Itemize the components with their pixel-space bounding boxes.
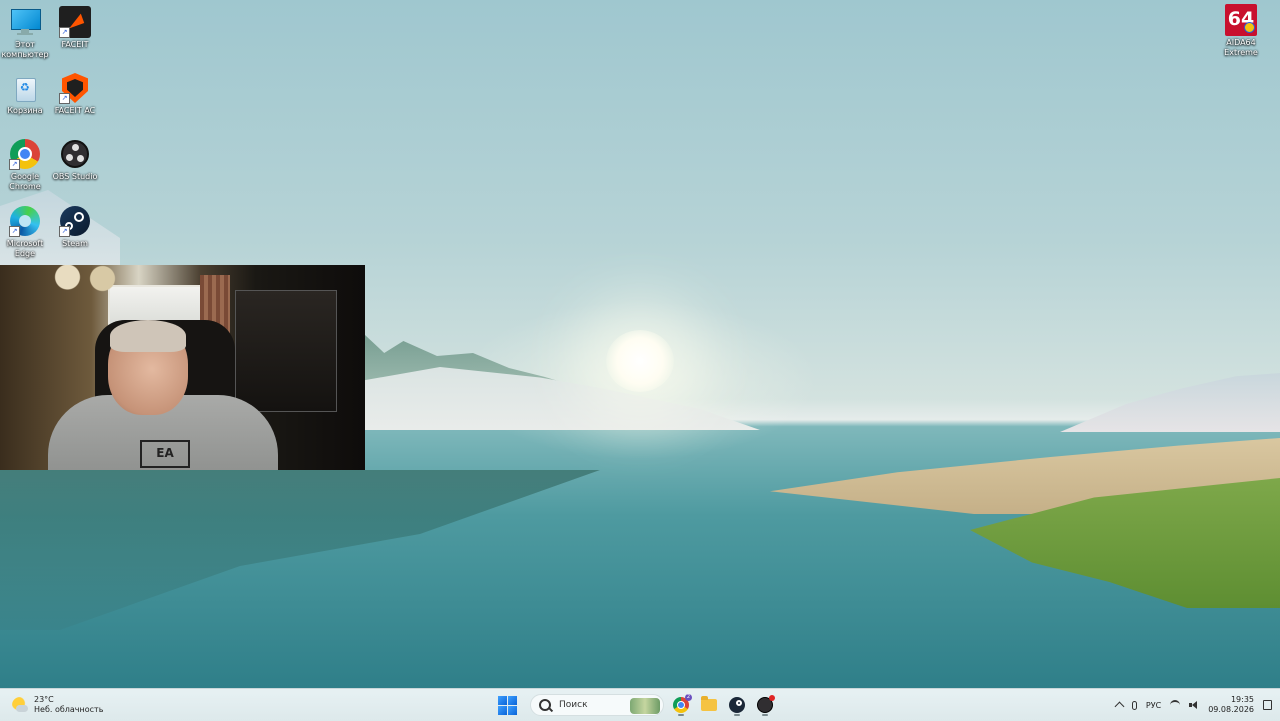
notification-icon — [1263, 700, 1272, 710]
windows-logo-icon — [498, 696, 507, 705]
webcam-bg-shelf — [235, 290, 337, 412]
obs-icon — [59, 138, 91, 170]
webcam-bg-balloons — [50, 265, 120, 295]
start-button[interactable] — [496, 694, 518, 716]
clock-date: 09.08.2026 — [1208, 705, 1254, 714]
wifi-icon — [1170, 700, 1181, 710]
weather-condition: Неб. облачность — [34, 705, 104, 714]
partly-cloudy-icon — [12, 697, 28, 713]
desktop-icon-obs[interactable]: OBS Studio — [48, 138, 102, 182]
desktop-icon-aida64[interactable]: 64 AIDA64 Extreme — [1214, 4, 1268, 58]
running-indicator — [678, 714, 684, 716]
wallpaper-sun — [606, 330, 674, 392]
edge-icon: ↗ — [9, 205, 41, 237]
desktop: Этот компьютер ↗ FACEIT ♻ Корзина ↗ FACE… — [0, 0, 1280, 688]
shortcut-arrow-icon: ↗ — [9, 226, 20, 237]
taskbar-app-steam[interactable] — [726, 694, 748, 716]
speaker-icon — [1189, 700, 1199, 710]
running-indicator — [734, 714, 740, 716]
running-indicator — [762, 714, 768, 716]
shortcut-arrow-icon: ↗ — [59, 226, 70, 237]
notifications-button[interactable] — [1263, 700, 1272, 710]
webcam-shirt-logo: EA — [140, 440, 190, 468]
desktop-icon-chrome[interactable]: ↗ Google Chrome — [0, 138, 52, 192]
desktop-icon-label: Этот компьютер — [1, 40, 49, 59]
desktop-icon-label: FACEIT — [61, 40, 89, 49]
volume-button[interactable] — [1189, 700, 1199, 710]
network-button[interactable] — [1170, 700, 1181, 710]
language-indicator[interactable]: РУС — [1146, 701, 1161, 710]
taskbar-app-chrome[interactable]: 2 — [670, 694, 692, 716]
shortcut-arrow-icon: ↗ — [59, 93, 70, 104]
steam-icon — [729, 697, 745, 713]
steam-icon: ↗ — [59, 205, 91, 237]
chrome-icon: ↗ — [9, 138, 41, 170]
system-tray: РУС 19:35 09.08.2026 — [1114, 693, 1272, 717]
desktop-icon-label: AIDA64 Extreme — [1224, 38, 1258, 57]
desktop-icon-this-pc[interactable]: Этот компьютер — [0, 6, 52, 60]
taskbar-center: Поиск 2 — [496, 693, 776, 717]
microphone-icon — [1131, 700, 1137, 710]
clock[interactable]: 19:35 09.08.2026 — [1208, 695, 1254, 715]
taskbar-search[interactable]: Поиск — [530, 694, 664, 716]
desktop-icon-label: Microsoft Edge — [6, 239, 44, 258]
desktop-icon-label: Steam — [62, 239, 88, 248]
desktop-icon-faceit-ac[interactable]: ↗ FACEIT AC — [48, 72, 102, 116]
chevron-up-icon — [1114, 701, 1125, 712]
file-explorer-icon — [701, 696, 717, 711]
webcam-overlay: EA — [0, 265, 365, 470]
webcam-person-hair — [110, 320, 186, 352]
shortcut-arrow-icon: ↗ — [9, 159, 20, 170]
desktop-icon-faceit[interactable]: ↗ FACEIT — [48, 6, 102, 50]
search-icon — [539, 699, 551, 711]
wallpaper-mountain-right — [1060, 373, 1280, 432]
clock-time: 19:35 — [1230, 695, 1254, 704]
weather-widget[interactable]: 23°C Неб. облачность — [12, 694, 103, 716]
weather-text: 23°C Неб. облачность — [34, 695, 103, 715]
search-highlight-image — [630, 698, 660, 714]
profile-badge: 2 — [685, 694, 692, 701]
faceit-icon: ↗ — [59, 6, 91, 38]
desktop-icon-edge[interactable]: ↗ Microsoft Edge — [0, 205, 52, 259]
recording-dot-icon — [769, 695, 775, 701]
recycle-bin-icon: ♻ — [9, 72, 41, 104]
wallpaper-reflection — [0, 470, 600, 630]
faceit-ac-icon: ↗ — [59, 72, 91, 104]
desktop-icon-label: FACEIT AC — [54, 106, 96, 115]
desktop-icon-label: OBS Studio — [52, 172, 98, 181]
aida64-icon: 64 — [1225, 4, 1257, 36]
microphone-button[interactable] — [1131, 700, 1137, 710]
desktop-icon-label: Корзина — [7, 106, 43, 115]
show-hidden-icons-button[interactable] — [1114, 700, 1125, 712]
desktop-icon-recycle-bin[interactable]: ♻ Корзина — [0, 72, 52, 116]
desktop-icon-steam[interactable]: ↗ Steam — [48, 205, 102, 249]
search-placeholder: Поиск — [559, 700, 588, 710]
this-pc-icon — [9, 6, 41, 38]
shortcut-arrow-icon: ↗ — [59, 27, 70, 38]
weather-temp: 23°C — [34, 695, 54, 704]
taskbar-app-obs[interactable] — [754, 694, 776, 716]
desktop-icon-label: Google Chrome — [9, 172, 41, 191]
taskbar-app-file-explorer[interactable] — [698, 694, 720, 716]
taskbar: 23°C Неб. облачность Поиск 2 РУС 19:35 0… — [0, 688, 1280, 721]
